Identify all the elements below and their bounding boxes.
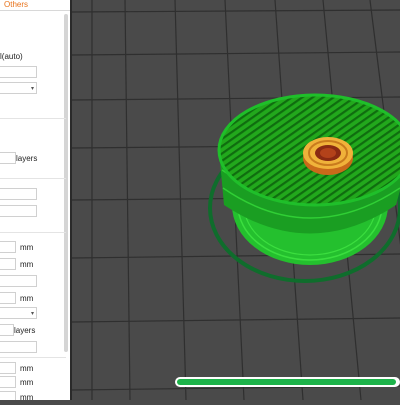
section-divider	[0, 118, 66, 119]
settings-panel: Others l(auto) ▾ layers mm mm mm ▾ layer…	[0, 0, 70, 400]
layers-unit: layers	[14, 326, 36, 335]
mm-field-6[interactable]	[0, 391, 16, 400]
section-divider	[0, 232, 66, 233]
tab-others[interactable]: Others	[4, 0, 28, 9]
tab-underline	[0, 10, 70, 11]
dropdown-arrow-icon: ▾	[31, 86, 35, 92]
mm-field-1[interactable]	[0, 241, 16, 253]
mm-unit: mm	[20, 364, 34, 373]
mm-unit: mm	[20, 294, 34, 303]
layers-unit: layers	[16, 154, 38, 163]
3d-preview-viewport[interactable]	[71, 0, 400, 401]
layers-field-2[interactable]	[0, 324, 14, 336]
slice-progress-fill	[177, 379, 396, 385]
slice-progress-bar	[175, 377, 400, 387]
setting-field-4[interactable]	[0, 275, 37, 287]
setting-dropdown-1[interactable]: ▾	[0, 82, 37, 94]
mm-unit: mm	[20, 378, 34, 387]
build-plate-preview	[71, 0, 400, 401]
mm-field-3[interactable]	[0, 292, 16, 304]
setting-dropdown-2[interactable]: ▾	[0, 307, 37, 319]
mm-unit: mm	[20, 243, 34, 252]
dropdown-arrow-icon: ▾	[31, 311, 35, 317]
setting-field-2[interactable]	[0, 188, 37, 200]
support-style-value[interactable]: l(auto)	[0, 52, 23, 61]
section-divider	[0, 178, 66, 179]
mm-field-5[interactable]	[0, 376, 16, 388]
panel-scrollbar[interactable]	[64, 14, 68, 352]
mm-field-4[interactable]	[0, 362, 16, 374]
section-divider	[0, 357, 66, 358]
setting-field-1[interactable]	[0, 66, 37, 78]
layers-field-1[interactable]	[0, 152, 16, 164]
mm-field-2[interactable]	[0, 258, 16, 270]
mm-unit: mm	[20, 393, 34, 400]
mm-unit: mm	[20, 260, 34, 269]
setting-field-5[interactable]	[0, 341, 37, 353]
setting-field-3[interactable]	[0, 205, 37, 217]
